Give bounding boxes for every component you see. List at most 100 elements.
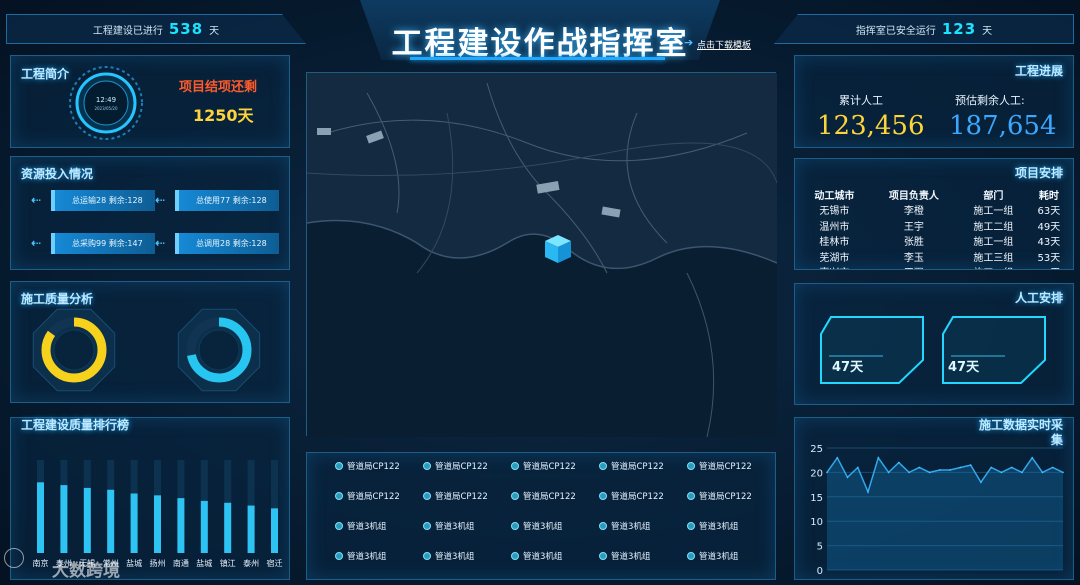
schedule-cell: 芜湖市: [819, 252, 850, 264]
schedule-cell: 李橙: [903, 206, 924, 218]
schedule-row[interactable]: 嘉兴市王强施工一组77天: [799, 264, 1069, 269]
status-dot-icon: [511, 552, 519, 560]
countdown-label: 项目结项还剩: [179, 80, 258, 95]
group-item-label: 管道3机组: [435, 522, 475, 532]
clock-date: 2023/05/20: [94, 106, 118, 111]
resource-item[interactable]: 总运输28 剩余:128: [51, 190, 155, 211]
status-dot-icon: [599, 462, 607, 470]
project-marker-icon[interactable]: [545, 235, 571, 263]
group-item[interactable]: 管道3机组: [687, 550, 738, 562]
resource-item[interactable]: 总采购99 剩余:147: [51, 233, 155, 254]
map-panel[interactable]: [306, 72, 778, 438]
group-item[interactable]: 管道3机组: [423, 550, 474, 562]
data-point: [867, 491, 869, 493]
group-item-label: 管道3机组: [699, 552, 739, 562]
group-item[interactable]: 管道局CP122: [335, 460, 400, 472]
data-point: [877, 456, 880, 459]
data-point: [959, 466, 962, 469]
group-item[interactable]: 管道3机组: [687, 520, 738, 532]
ranking-bar: [247, 505, 255, 553]
data-point: [918, 466, 921, 469]
data-point: [949, 469, 951, 471]
group-item[interactable]: 管道局CP122: [511, 490, 576, 502]
resource-item[interactable]: 总使用77 剩余:128: [175, 190, 279, 211]
data-point: [990, 466, 992, 469]
download-template-link[interactable]: 点击下载模板: [697, 38, 751, 51]
group-item-label: 管道局CP122: [699, 462, 752, 472]
group-item[interactable]: 管道局CP122: [511, 460, 576, 472]
days-running-value: 538: [168, 20, 204, 38]
group-item[interactable]: 管道3机组: [599, 520, 650, 532]
group-item-label: 管道3机组: [611, 552, 651, 562]
resource-arrow-icon: ⇠: [31, 193, 42, 207]
group-item-label: 管道局CP122: [699, 492, 752, 502]
ranking-bar: [60, 485, 68, 553]
group-item-label: 管道3机组: [611, 522, 651, 532]
status-dot-icon: [599, 492, 607, 500]
status-dot-icon: [599, 552, 607, 560]
schedule-cell: 施工三组: [973, 252, 1014, 264]
ranking-city-label: 泰州: [243, 558, 259, 568]
resource-item[interactable]: 总调用28 剩余:128: [175, 233, 279, 254]
schedule-panel: 项目安排 动工城市 项目负责人 部门 耗时 无锡市 李橙 施工一组 63天 温州市 王宇 施工二组 4…: [794, 158, 1074, 270]
ranking-city-label: 宿迁: [267, 558, 283, 568]
schedule-header-cell: 动工城市: [814, 191, 855, 202]
schedule-row[interactable]: 温州市 王宇 施工二组 49天: [799, 218, 1069, 234]
resource-item-label: 总运输28 剩余:128: [72, 196, 143, 205]
group-item[interactable]: 管道3机组: [511, 550, 562, 562]
group-item[interactable]: 管道3机组: [335, 520, 386, 532]
ranking-city-label: 盐城: [126, 558, 142, 568]
group-item-label: 管道3机组: [347, 552, 387, 562]
group-item-label: 管道局CP122: [347, 492, 400, 502]
data-point: [856, 466, 859, 469]
days-running-unit: 天: [209, 25, 220, 37]
realtime-panel: 施工数据实时采集 25 20 15 10 5 0: [794, 417, 1074, 580]
quality-donuts: [32, 308, 261, 392]
group-item[interactable]: 管道局CP122: [335, 490, 400, 502]
safe-running-unit: 天: [982, 25, 993, 37]
group-item[interactable]: 管道局CP122: [599, 460, 664, 472]
group-item[interactable]: 管道局CP122: [599, 490, 664, 502]
status-dot-icon: [335, 462, 343, 470]
resource-arrow-icon: ⇠: [155, 236, 166, 250]
resources-panel: 资源投入情况 ⇠ 总运输28 剩余:128 ⇠ 总使用77 剩余:128 ⇠ 总采购99 …: [10, 156, 290, 270]
schedule-cell: 施工一组: [973, 206, 1014, 218]
ranking-bar: [83, 487, 91, 553]
schedule-cell: 43天: [1037, 237, 1061, 249]
group-item[interactable]: 管道3机组: [599, 550, 650, 562]
schedule-cell: 施工一组: [958, 264, 1029, 269]
map-graphic[interactable]: [306, 73, 778, 438]
y-tick-label: 25: [810, 444, 823, 455]
group-item[interactable]: 管道局CP122: [687, 460, 752, 472]
status-dot-icon: [335, 522, 343, 530]
schedule-header-row: 动工城市 项目负责人 部门 耗时: [799, 187, 1069, 202]
staff-card-1: [820, 316, 924, 384]
staff-card-1-value: 47天: [832, 360, 864, 375]
group-item[interactable]: 管道局CP122: [423, 460, 488, 472]
schedule-row[interactable]: 无锡市 李橙 施工一组 63天: [799, 202, 1069, 218]
download-arrow-icon: ➔: [684, 36, 694, 49]
data-point: [1062, 471, 1064, 474]
intro-panel: 工程简介 12:49 2023/05/20 项目结项还剩 1250天: [10, 55, 290, 148]
group-item[interactable]: 管道3机组: [335, 550, 386, 562]
group-item[interactable]: 管道局CP122: [687, 490, 752, 502]
ranking-city-label: 镇江: [220, 558, 236, 568]
schedule-cell: 53天: [1037, 252, 1061, 264]
data-point: [1051, 466, 1054, 469]
group-item[interactable]: 管道局CP122: [423, 490, 488, 502]
group-item[interactable]: 管道3机组: [423, 520, 474, 532]
ranking-bar: [154, 495, 161, 553]
remain-labor-label: 预估剩余人工:: [955, 94, 1025, 107]
quality-panel: 施工质量分析: [10, 281, 290, 403]
intro-title: 工程简介: [21, 67, 70, 81]
ranking-bar: [37, 482, 44, 553]
resource-item-label: 总调用28 剩余:128: [196, 239, 267, 248]
status-dot-icon: [335, 552, 343, 560]
group-item[interactable]: 管道3机组: [511, 520, 562, 532]
data-point: [1000, 471, 1003, 474]
schedule-row[interactable]: 芜湖市 李玉 施工三组 53天: [799, 249, 1069, 265]
schedule-row[interactable]: 桂林市 张胜 施工一组 43天: [799, 233, 1069, 249]
group-item-label: 管道3机组: [347, 522, 387, 532]
resource-arrow-icon: ⇠: [31, 236, 42, 250]
group-item-label: 管道局CP122: [523, 492, 576, 502]
